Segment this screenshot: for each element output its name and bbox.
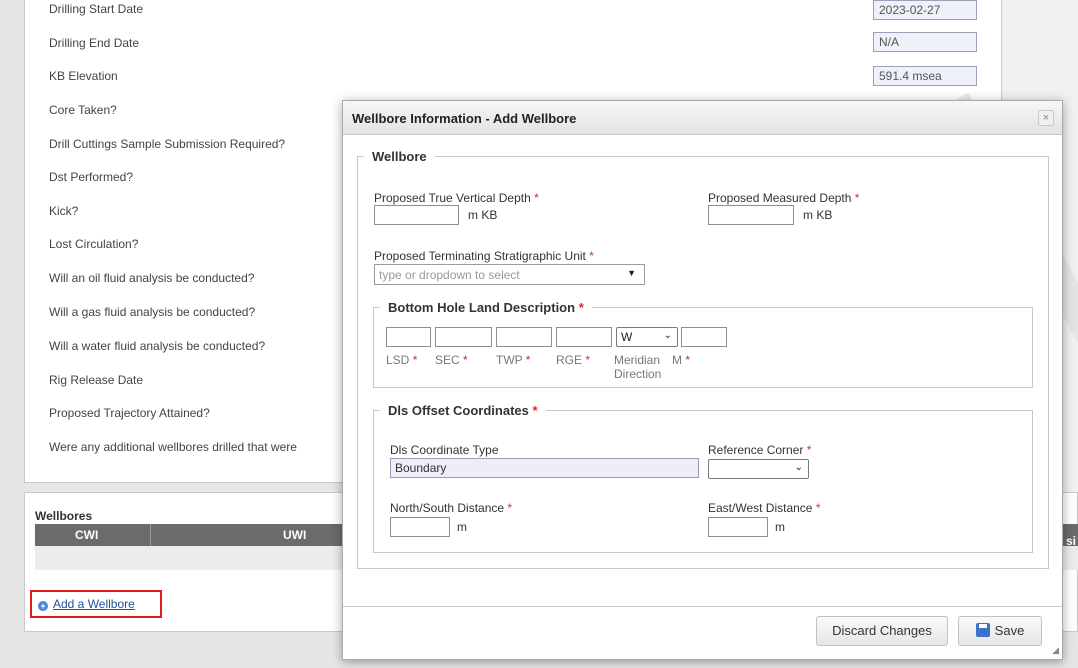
column-header-uwi[interactable]: UWI — [283, 528, 306, 542]
field-label: Kick? — [49, 204, 79, 218]
md-unit: m KB — [803, 208, 833, 222]
md-label: Proposed Measured Depth * — [708, 191, 860, 205]
dialog-title: Wellbore Information - Add Wellbore — [352, 111, 577, 126]
field-label: Drill Cuttings Sample Submission Require… — [49, 137, 286, 151]
dls-offset-fieldset: Dls Offset Coordinates * — [373, 403, 1033, 553]
save-label: Save — [994, 623, 1025, 638]
drilling-end-date-value: N/A — [873, 32, 977, 52]
ew-distance-label: East/West Distance * — [708, 501, 821, 515]
chevron-down-icon: ⌄ — [663, 330, 672, 341]
field-label: Will an oil fluid analysis be conducted? — [49, 271, 255, 285]
ns-distance-label: North/South Distance * — [390, 501, 513, 515]
add-wellbore-dialog: Wellbore Information - Add Wellbore × We… — [342, 100, 1063, 660]
meridian-direction-value: W — [621, 330, 633, 344]
field-label: Proposed Trajectory Attained? — [49, 406, 210, 420]
ns-distance-input[interactable] — [390, 517, 450, 537]
field-label: Core Taken? — [49, 103, 117, 117]
meridian-direction-select[interactable]: W ⌄ — [616, 327, 678, 347]
save-button[interactable]: Save — [958, 616, 1042, 646]
add-circle-icon: + — [38, 601, 48, 611]
close-icon[interactable]: × — [1038, 110, 1054, 126]
md-input[interactable] — [708, 205, 794, 225]
reference-corner-select[interactable]: ⌄ — [708, 459, 809, 479]
add-wellbore-label: Add a Wellbore — [53, 597, 135, 611]
strat-unit-combobox[interactable]: type or dropdown to select ▼ — [374, 264, 645, 285]
required-marker: * — [534, 191, 539, 205]
field-label: Dst Performed? — [49, 170, 134, 184]
tvd-unit: m KB — [468, 208, 498, 222]
tvd-input[interactable] — [374, 205, 459, 225]
add-wellbore-link[interactable]: + Add a Wellbore — [30, 590, 162, 618]
field-label: Lost Circulation? — [49, 237, 139, 251]
ns-distance-unit: m — [457, 520, 467, 534]
field-label: Drilling Start Date — [49, 2, 144, 16]
column-header-cwi[interactable]: CWI — [75, 528, 98, 542]
wellbores-title: Wellbores — [35, 509, 93, 523]
required-marker: * — [854, 191, 860, 205]
ew-distance-unit: m — [775, 520, 785, 534]
strat-unit-placeholder: type or dropdown to select — [379, 268, 520, 282]
meridian-input[interactable] — [681, 327, 727, 347]
resize-grip-icon[interactable]: ◢ — [1052, 645, 1059, 656]
dropdown-arrow-icon[interactable]: ▼ — [627, 268, 636, 278]
twp-input[interactable] — [496, 327, 552, 347]
column-header-overflow: si — [1066, 534, 1077, 548]
bottom-hole-legend: Bottom Hole Land Description * — [388, 300, 584, 315]
meridian-direction-label-line2: Direction — [614, 367, 662, 381]
required-marker: * — [589, 249, 594, 263]
coord-type-label: Dls Coordinate Type — [390, 443, 499, 457]
field-label: Rig Release Date — [49, 373, 144, 387]
rge-label: RGE * — [556, 353, 591, 367]
lsd-input[interactable] — [386, 327, 431, 347]
sec-input[interactable] — [435, 327, 492, 347]
field-label: Were any additional wellbores drilled th… — [49, 440, 297, 454]
tvd-label: Proposed True Vertical Depth * — [374, 191, 539, 205]
drilling-start-date-value: 2023-02-27 — [873, 0, 977, 20]
column-divider — [150, 524, 151, 546]
floppy-disk-icon — [975, 623, 990, 637]
field-label: Drilling End Date — [49, 36, 140, 50]
ew-distance-input[interactable] — [708, 517, 768, 537]
discard-changes-button[interactable]: Discard Changes — [816, 616, 948, 646]
meridian-label: M * — [672, 353, 691, 367]
meridian-direction-label: Meridian — [614, 353, 661, 367]
kb-elevation-value: 591.4 msea — [873, 66, 977, 86]
field-label: Will a gas fluid analysis be conducted? — [49, 305, 256, 319]
lsd-label: LSD * — [386, 353, 418, 367]
wellbore-legend: Wellbore — [372, 149, 427, 164]
dialog-footer-divider — [343, 606, 1062, 607]
rge-input[interactable] — [556, 327, 612, 347]
strat-unit-label: Proposed Terminating Stratigraphic Unit … — [374, 249, 594, 263]
twp-label: TWP * — [496, 353, 531, 367]
reference-corner-label: Reference Corner * — [708, 443, 812, 457]
coord-type-field[interactable]: Boundary — [390, 458, 699, 478]
dialog-header[interactable]: Wellbore Information - Add Wellbore × — [343, 101, 1062, 135]
field-label: KB Elevation — [49, 69, 118, 83]
dls-offset-legend: Dls Offset Coordinates * — [388, 403, 538, 418]
chevron-down-icon: ⌄ — [794, 462, 803, 473]
field-label: Will a water fluid analysis be conducted… — [49, 339, 266, 353]
sec-label: SEC * — [435, 353, 468, 367]
